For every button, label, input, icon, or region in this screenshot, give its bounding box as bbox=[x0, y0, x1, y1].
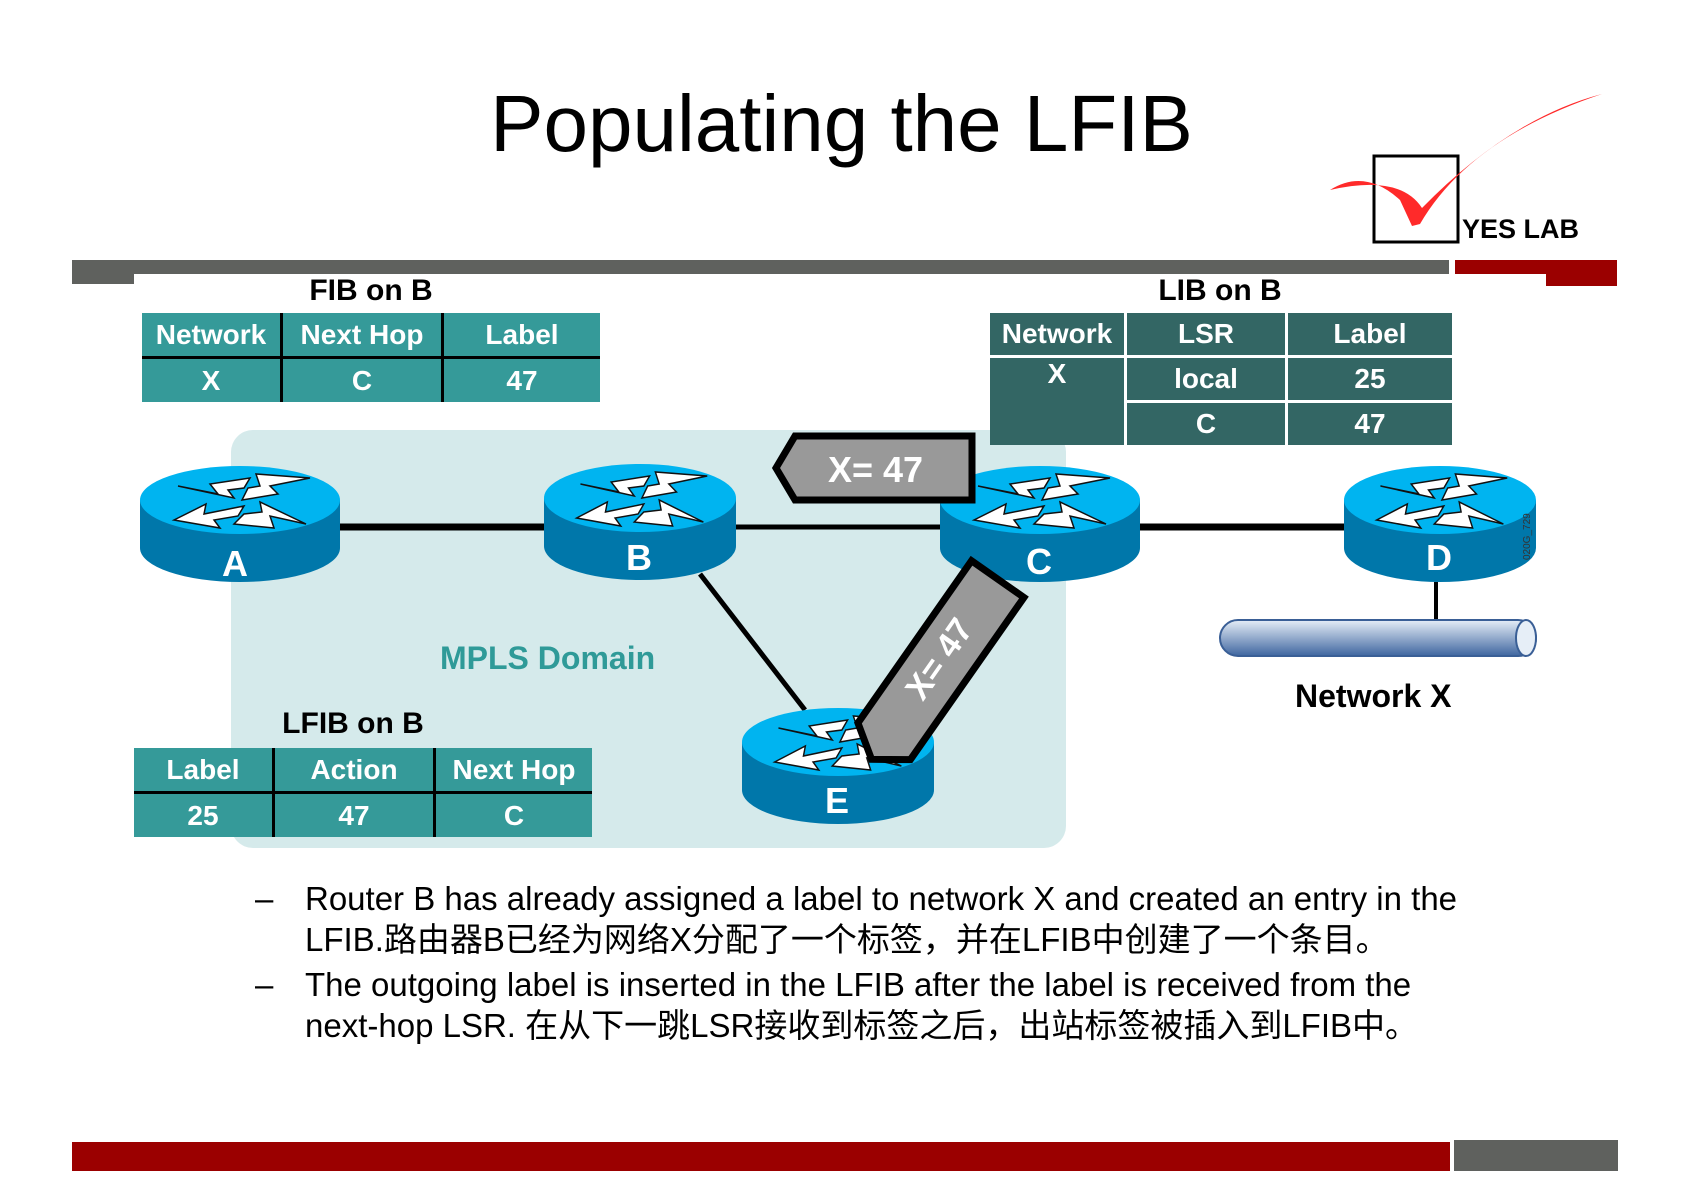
bullet-list: – Router B has already assigned a label … bbox=[255, 878, 1555, 1050]
router-d-label: D bbox=[1426, 537, 1452, 578]
bottom-bar-red bbox=[72, 1142, 1450, 1171]
figure-id: 020G_729 bbox=[1522, 513, 1533, 560]
router-a-label: A bbox=[222, 543, 248, 584]
router-c-label: C bbox=[1026, 541, 1052, 582]
network-x-segment bbox=[1219, 619, 1537, 657]
bullet-line-zh: LFIB.路由器B已经为网络X分配了一个标签，并在LFIB中创建了一个条目。 bbox=[305, 921, 1389, 958]
network-x-label: Network X bbox=[1295, 678, 1452, 714]
router-e-label: E bbox=[825, 780, 850, 821]
bullet-line-zh: next-hop LSR. 在从下一跳LSR接收到标签之后，出站标签被插入到LF… bbox=[305, 1007, 1419, 1044]
bottom-bar-gray bbox=[1454, 1140, 1618, 1171]
bullet-line-en: Router B has already assigned a label to… bbox=[305, 880, 1458, 917]
bullet-item: – The outgoing label is inserted in the … bbox=[255, 964, 1555, 1046]
bullet-line-en: The outgoing label is inserted in the LF… bbox=[305, 966, 1412, 1003]
label-flag-top-text: X= 47 bbox=[828, 449, 924, 490]
link-b-e bbox=[698, 572, 807, 712]
bullet-dash: – bbox=[255, 966, 274, 1003]
bullet-item: – Router B has already assigned a label … bbox=[255, 878, 1555, 960]
bullet-dash: – bbox=[255, 880, 274, 917]
router-b-label: B bbox=[626, 537, 652, 578]
